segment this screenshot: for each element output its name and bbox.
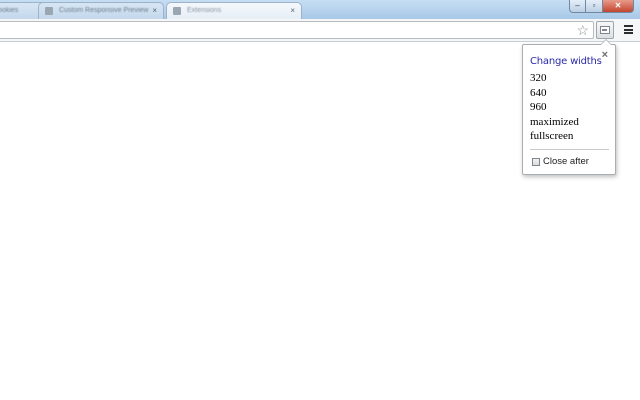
tab-close-icon[interactable]: × — [290, 3, 295, 18]
resize-extension-icon — [600, 26, 610, 34]
page-favicon-icon — [45, 7, 53, 15]
tab-extensions[interactable]: Extensions × — [166, 2, 302, 19]
tab-close-icon[interactable]: × — [152, 3, 157, 18]
tab-title: Custom Responsive Preview — [58, 7, 149, 14]
page-content-area — [0, 42, 640, 400]
tab-title: Cookies — [0, 7, 19, 14]
resize-extension-button[interactable] — [596, 21, 614, 39]
hamburger-menu-icon[interactable] — [624, 25, 633, 34]
maximize-button[interactable]: ▫ — [586, 0, 603, 13]
window-controls: – ▫ ✕ — [569, 0, 634, 13]
minimize-button[interactable]: – — [569, 0, 586, 13]
extensions-favicon-icon — [173, 7, 181, 15]
tab-title: Extensions — [186, 7, 222, 14]
bookmark-star-icon[interactable]: ☆ — [576, 22, 589, 38]
address-bar[interactable]: ☆ — [0, 21, 594, 39]
close-window-button[interactable]: ✕ — [603, 0, 634, 13]
title-bar: Cookies × Custom Responsive Preview × Ex… — [0, 0, 640, 19]
tab-custom-responsive-preview[interactable]: Custom Responsive Preview × — [38, 2, 164, 19]
browser-toolbar: ☆ — [0, 19, 640, 42]
